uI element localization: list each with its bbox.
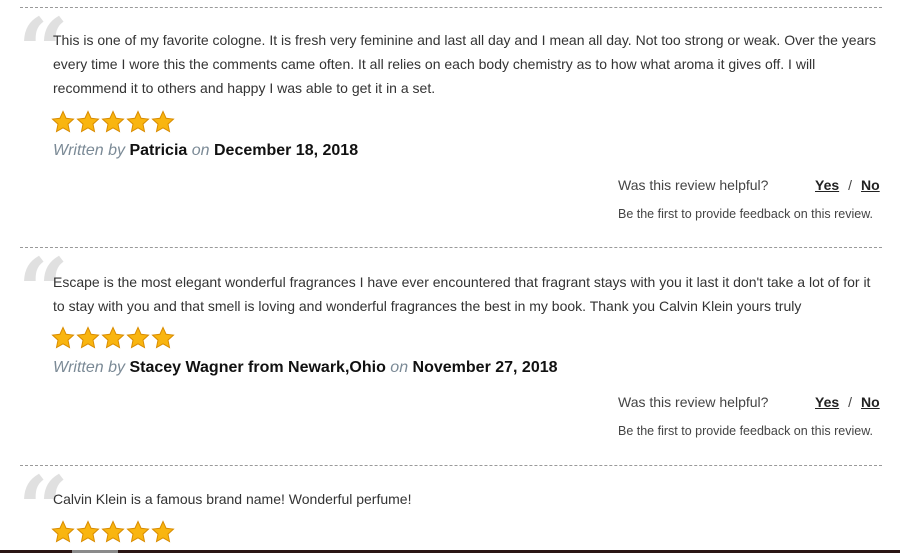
star-rating — [51, 110, 175, 136]
review-item: “ This is one of my favorite cologne. It… — [18, 6, 882, 248]
star-icon — [101, 110, 125, 133]
review-author: Stacey Wagner from Newark,Ohio — [129, 359, 386, 376]
star-icon — [51, 520, 75, 543]
helpful-question: Was this review helpful? — [618, 177, 769, 193]
feedback-note: Be the first to provide feedback on this… — [618, 424, 873, 438]
star-icon — [151, 326, 175, 349]
star-rating — [51, 326, 175, 352]
review-byline: Written by Stacey Wagner from Newark,Ohi… — [53, 358, 558, 378]
star-icon — [51, 110, 75, 133]
star-rating — [51, 520, 175, 546]
review-date: November 27, 2018 — [412, 359, 558, 376]
helpful-yes-link[interactable]: Yes — [815, 394, 839, 410]
helpful-vote: Yes / No — [815, 393, 880, 411]
review-text: This is one of my favorite cologne. It i… — [53, 32, 877, 96]
on-label: on — [390, 359, 409, 376]
helpful-question: Was this review helpful? — [618, 394, 769, 410]
written-by-label: Written by — [53, 359, 126, 376]
helpful-yes-link[interactable]: Yes — [815, 177, 839, 193]
star-icon — [126, 110, 150, 133]
star-icon — [76, 110, 100, 133]
review-item: “ Calvin Klein is a famous brand name! W… — [18, 464, 882, 554]
review-text: Calvin Klein is a famous brand name! Won… — [53, 491, 412, 507]
star-icon — [76, 520, 100, 543]
helpful-vote: Yes / No — [815, 176, 880, 194]
review-text: Escape is the most elegant wonderful fra… — [53, 274, 871, 314]
star-icon — [101, 520, 125, 543]
feedback-note: Be the first to provide feedback on this… — [618, 207, 873, 221]
on-label: on — [191, 142, 210, 159]
star-icon — [101, 326, 125, 349]
helpful-no-link[interactable]: No — [861, 177, 880, 193]
star-icon — [126, 326, 150, 349]
star-icon — [151, 110, 175, 133]
written-by-label: Written by — [53, 142, 126, 159]
star-icon — [51, 326, 75, 349]
star-icon — [151, 520, 175, 543]
vote-separator: / — [848, 394, 853, 410]
review-byline: Written by Patricia on December 18, 2018 — [53, 141, 358, 161]
review-item: “ Escape is the most elegant wonderful f… — [18, 246, 882, 466]
review-date: December 18, 2018 — [213, 142, 359, 159]
review-author: Patricia — [129, 142, 188, 159]
star-icon — [76, 326, 100, 349]
helpful-no-link[interactable]: No — [861, 394, 880, 410]
star-icon — [126, 520, 150, 543]
vote-separator: / — [848, 177, 853, 193]
